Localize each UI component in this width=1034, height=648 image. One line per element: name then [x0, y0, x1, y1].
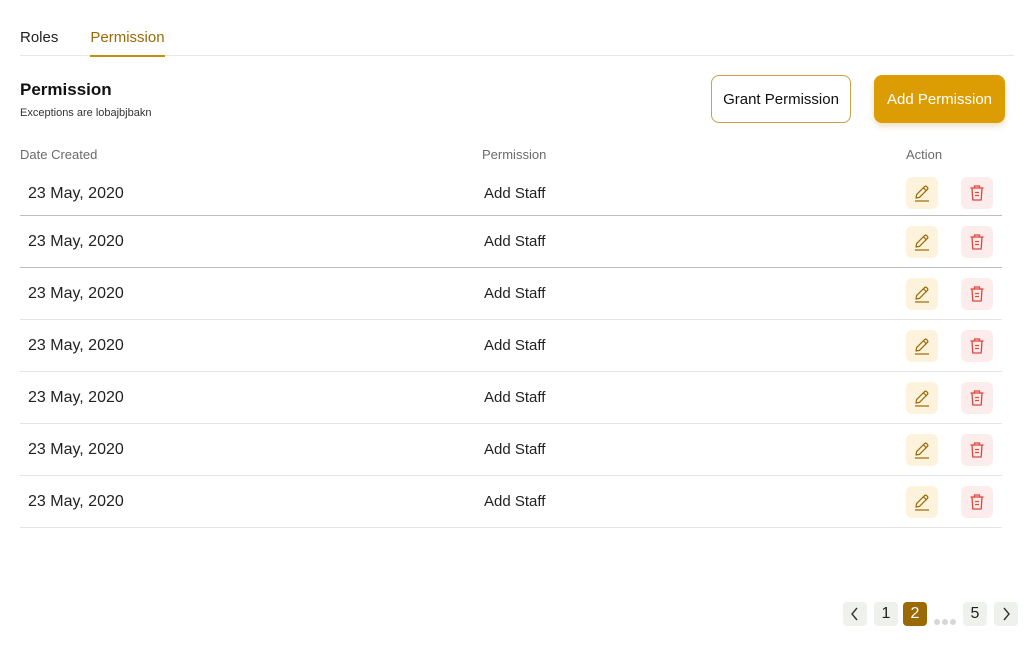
add-permission-button[interactable]: Add Permission — [874, 75, 1005, 123]
page-subtitle: Exceptions are lobajbjbakn — [20, 107, 152, 119]
page-title: Permission — [20, 80, 112, 99]
delete-button[interactable] — [961, 226, 993, 258]
edit-icon — [912, 232, 932, 252]
permission-cell: Add Staff — [484, 337, 546, 354]
column-header-date: Date Created — [20, 147, 98, 162]
trash-icon — [967, 492, 987, 512]
table-row: 23 May, 2020 Add Staff — [20, 320, 1002, 372]
permission-table: 23 May, 2020 Add Staff 23 May, 2020 Add Sta… — [20, 168, 1002, 528]
delete-button[interactable] — [961, 278, 993, 310]
date-created-cell: 23 May, 2020 — [28, 389, 124, 406]
page-1-button[interactable]: 1 — [874, 602, 898, 626]
page-2-button[interactable]: 2 — [903, 602, 927, 626]
edit-icon — [912, 336, 932, 356]
column-header-action: Action — [906, 147, 943, 162]
chevron-left-icon — [851, 607, 858, 621]
edit-button[interactable] — [906, 434, 938, 466]
edit-icon — [912, 440, 932, 460]
edit-button[interactable] — [906, 382, 938, 414]
edit-button[interactable] — [906, 278, 938, 310]
edit-button[interactable] — [906, 330, 938, 362]
delete-button[interactable] — [961, 330, 993, 362]
page-5-button[interactable]: 5 — [963, 602, 987, 626]
previous-page-button[interactable] — [843, 602, 867, 626]
permission-cell: Add Staff — [484, 493, 546, 510]
date-created-cell: 23 May, 2020 — [28, 441, 124, 458]
table-row: 23 May, 2020 Add Staff — [20, 216, 1002, 268]
trash-icon — [967, 440, 987, 460]
edit-button[interactable] — [906, 486, 938, 518]
date-created-cell: 23 May, 2020 — [28, 285, 124, 302]
date-created-cell: 23 May, 2020 — [28, 233, 124, 250]
trash-icon — [967, 183, 987, 203]
table-row: 23 May, 2020 Add Staff — [20, 168, 1002, 216]
tab-bar: Roles Permission — [20, 28, 1014, 57]
edit-icon — [912, 284, 932, 304]
edit-icon — [912, 492, 932, 512]
grant-permission-button[interactable]: Grant Permission — [711, 75, 851, 123]
ellipsis-icon — [932, 608, 958, 632]
table-row: 23 May, 2020 Add Staff — [20, 424, 1002, 476]
chevron-right-icon — [1003, 607, 1010, 621]
edit-button[interactable] — [906, 177, 938, 209]
date-created-cell: 23 May, 2020 — [28, 185, 124, 202]
delete-button[interactable] — [961, 434, 993, 466]
delete-button[interactable] — [961, 382, 993, 414]
trash-icon — [967, 336, 987, 356]
table-row: 23 May, 2020 Add Staff — [20, 476, 1002, 528]
permission-cell: Add Staff — [484, 285, 546, 302]
table-row: 23 May, 2020 Add Staff — [20, 372, 1002, 424]
date-created-cell: 23 May, 2020 — [28, 493, 124, 510]
edit-icon — [912, 388, 932, 408]
trash-icon — [967, 232, 987, 252]
trash-icon — [967, 388, 987, 408]
permission-cell: Add Staff — [484, 389, 546, 406]
column-header-permission: Permission — [482, 147, 547, 162]
edit-button[interactable] — [906, 226, 938, 258]
pagination: 1 2 5 — [843, 602, 1019, 626]
tab-roles[interactable]: Roles — [20, 28, 58, 56]
date-created-cell: 23 May, 2020 — [28, 337, 124, 354]
table-row: 23 May, 2020 Add Staff — [20, 268, 1002, 320]
delete-button[interactable] — [961, 486, 993, 518]
trash-icon — [967, 284, 987, 304]
permission-cell: Add Staff — [484, 185, 546, 202]
edit-icon — [912, 183, 932, 203]
permission-cell: Add Staff — [484, 441, 546, 458]
delete-button[interactable] — [961, 177, 993, 209]
next-page-button[interactable] — [994, 602, 1018, 626]
permission-cell: Add Staff — [484, 233, 546, 250]
tab-permission[interactable]: Permission — [90, 28, 165, 57]
